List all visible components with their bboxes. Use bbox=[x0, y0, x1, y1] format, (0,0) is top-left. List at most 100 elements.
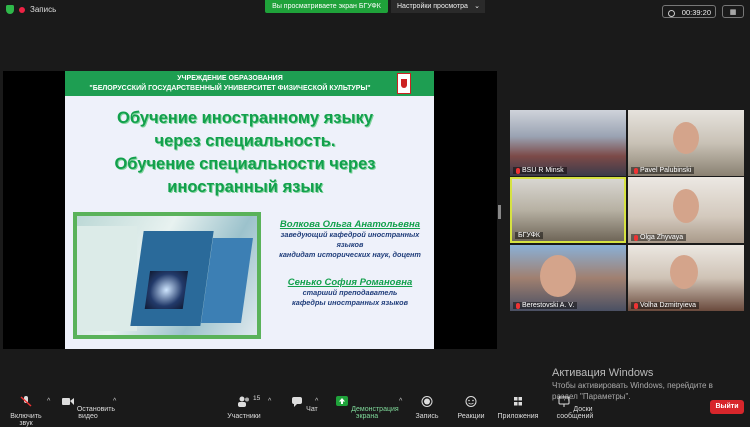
grid-view-icon: ▦ bbox=[729, 9, 737, 16]
participant-video bbox=[540, 255, 576, 297]
participant-name-tag: БГУФК bbox=[515, 232, 543, 239]
university-crest-icon bbox=[397, 73, 411, 94]
timer-value: 00:39:20 bbox=[681, 8, 711, 17]
participant-tile[interactable]: Pavel Palubinski bbox=[628, 110, 744, 176]
panel-resize-handle[interactable] bbox=[498, 205, 501, 219]
mic-muted-icon bbox=[634, 167, 638, 174]
chat-bubble-icon bbox=[292, 397, 303, 407]
author-name: Волкова Ольга Анатольевна bbox=[279, 219, 421, 230]
reactions-label: Реакции bbox=[457, 413, 485, 420]
books-photo bbox=[73, 212, 261, 339]
participant-tile-active[interactable]: БГУФК bbox=[510, 177, 626, 243]
whiteboards-label: Доски сообщений bbox=[556, 406, 594, 420]
participant-video bbox=[673, 122, 699, 154]
chat-label: Чат bbox=[306, 406, 318, 413]
participant-name-tag: Berestovski A. V. bbox=[513, 302, 578, 309]
record-label: Запись bbox=[30, 5, 57, 14]
meeting-top-bar: Запись Вы просматриваете экран БГУФК Нас… bbox=[0, 0, 750, 22]
timer-icon bbox=[668, 10, 675, 17]
leave-meeting-button[interactable]: Выйти bbox=[710, 400, 744, 414]
audio-options-chevron-icon[interactable]: ^ bbox=[47, 398, 50, 405]
video-camera-icon bbox=[61, 398, 74, 405]
slide-header: УЧРЕЖДЕНИЕ ОБРАЗОВАНИЯ "БЕЛОРУССКИЙ ГОСУ… bbox=[65, 71, 434, 96]
reactions-button[interactable]: Реакции bbox=[455, 396, 487, 420]
view-options-label: Настройки просмотра bbox=[397, 3, 468, 10]
share-screen-icon bbox=[336, 396, 349, 406]
stop-video-button[interactable]: Остановить видео bbox=[58, 396, 118, 420]
participant-tile[interactable]: Berestovski A. V. bbox=[510, 245, 626, 311]
participant-name: БГУФК bbox=[518, 232, 540, 239]
author-role-line: языков bbox=[336, 240, 364, 249]
record-icon bbox=[421, 396, 433, 407]
participants-count: 15 bbox=[253, 395, 261, 402]
apps-icon bbox=[514, 397, 522, 406]
participant-name: Olga Zhyvaya bbox=[640, 234, 684, 241]
record-button[interactable]: Запись bbox=[412, 396, 442, 420]
chevron-down-icon: ⌄ bbox=[474, 3, 480, 10]
participant-name: Pavel Palubinski bbox=[640, 167, 692, 174]
participants-label: Участники bbox=[227, 413, 261, 420]
windows-activation-title: Активация Windows bbox=[552, 367, 654, 379]
share-options-chevron-icon[interactable]: ^ bbox=[399, 398, 402, 405]
chat-button[interactable]: Чат bbox=[290, 396, 318, 413]
share-screen-button[interactable]: Демонстрация экрана bbox=[332, 396, 402, 420]
unmute-label: Включить звук bbox=[10, 413, 42, 427]
stop-video-label: Остановить видео bbox=[76, 406, 116, 420]
participants-options-chevron-icon[interactable]: ^ bbox=[268, 398, 271, 405]
security-shield-icon bbox=[6, 5, 14, 14]
recording-indicator[interactable]: Запись bbox=[6, 5, 56, 14]
view-button[interactable]: ▦ bbox=[722, 5, 744, 18]
author-role-line: кафедры иностранных языков bbox=[291, 298, 408, 307]
video-options-chevron-icon[interactable]: ^ bbox=[113, 398, 116, 405]
participant-video bbox=[670, 255, 698, 289]
mic-off-icon bbox=[20, 396, 32, 407]
apps-button[interactable]: Приложения bbox=[496, 396, 540, 420]
slide-title-line: Обучение специальности через bbox=[114, 155, 376, 173]
windows-activation-text: Чтобы активировать Windows, перейдите в bbox=[552, 381, 713, 390]
participant-name: BSU R Minsk bbox=[522, 167, 564, 174]
author-name: Сенько София Романовна bbox=[287, 277, 413, 288]
participant-name-tag: Pavel Palubinski bbox=[631, 167, 695, 174]
participant-name-tag: BSU R Minsk bbox=[513, 167, 567, 174]
whiteboard-icon bbox=[558, 396, 570, 407]
smiley-icon bbox=[465, 396, 477, 407]
whiteboards-button[interactable]: Доски сообщений bbox=[545, 396, 605, 420]
mic-muted-icon bbox=[634, 302, 638, 309]
share-screen-label: Демонстрация экрана bbox=[351, 406, 399, 420]
record-dot-icon bbox=[19, 6, 25, 13]
apps-label: Приложения bbox=[497, 413, 539, 420]
slide-title-line: Обучение иностранному языку bbox=[117, 109, 373, 127]
meeting-timer: 00:39:20 bbox=[662, 5, 716, 18]
slide-title: Обучение иностранному языку через специа… bbox=[85, 107, 405, 199]
participant-name-tag: Volha Dzmitryieva bbox=[631, 302, 700, 309]
slide-header-line2: "БЕЛОРУССКИЙ ГОСУДАРСТВЕННЫЙ УНИВЕРСИТЕТ… bbox=[89, 85, 371, 92]
author-role-line: кандидат исторических наук, доцент bbox=[279, 250, 421, 259]
author-block-1: Волкова Ольга Анатольевна заведующий каф… bbox=[270, 219, 430, 260]
slide-title-line: иностранный язык bbox=[167, 178, 323, 196]
participant-name-tag: Olga Zhyvaya bbox=[631, 234, 687, 241]
author-block-2: Сенько София Романовна старший преподава… bbox=[270, 277, 430, 308]
book-shape bbox=[77, 226, 137, 331]
participant-video bbox=[673, 189, 699, 223]
participant-tile[interactable]: BSU R Minsk bbox=[510, 110, 626, 176]
presentation-slide: УЧРЕЖДЕНИЕ ОБРАЗОВАНИЯ "БЕЛОРУССКИЙ ГОСУ… bbox=[65, 71, 434, 349]
author-role-line: заведующий кафедрой иностранных bbox=[280, 230, 420, 239]
slide-header-line1: УЧРЕЖДЕНИЕ ОБРАЗОВАНИЯ bbox=[177, 75, 283, 82]
mic-muted-icon bbox=[516, 167, 520, 174]
books-photo-image bbox=[77, 216, 257, 335]
sharing-banner: Вы просматриваете экран БГУФК bbox=[265, 0, 388, 13]
mic-muted-icon bbox=[516, 302, 520, 309]
book-shape bbox=[130, 231, 214, 326]
view-options-dropdown[interactable]: Настройки просмотра ⌄ bbox=[391, 0, 485, 13]
participants-icon bbox=[238, 396, 249, 407]
unmute-button[interactable]: Включить звук bbox=[4, 396, 48, 427]
chat-options-chevron-icon[interactable]: ^ bbox=[315, 398, 318, 405]
mic-muted-icon bbox=[634, 234, 638, 241]
participant-name: Berestovski A. V. bbox=[522, 302, 575, 309]
record-button-label: Запись bbox=[415, 413, 439, 420]
slide-title-line: через специальность. bbox=[154, 132, 336, 150]
author-role-line: старший преподаватель bbox=[302, 288, 398, 297]
participant-name: Volha Dzmitryieva bbox=[640, 302, 697, 309]
participant-tile[interactable]: Olga Zhyvaya bbox=[628, 177, 744, 243]
participant-tile[interactable]: Volha Dzmitryieva bbox=[628, 245, 744, 311]
